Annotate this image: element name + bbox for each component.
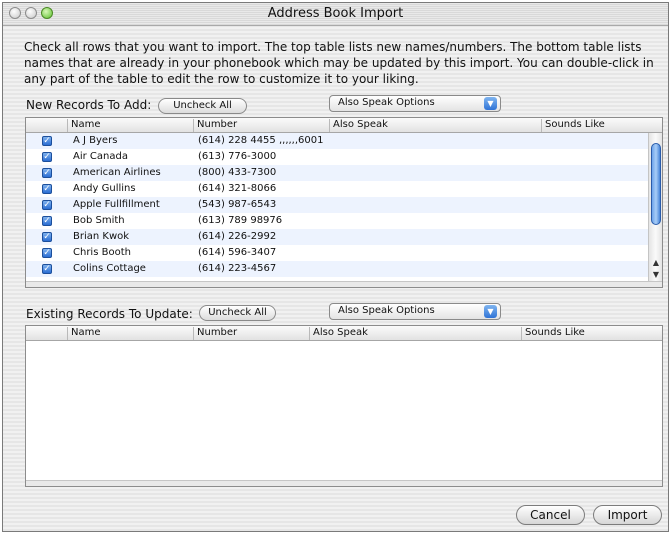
table-row[interactable]: ✓ Air Canada (613) 776-3000 <box>26 149 650 165</box>
checkmark-icon: ✓ <box>43 248 51 258</box>
number-cell[interactable]: (800) 433-7300 <box>198 167 276 178</box>
column-header-name[interactable]: Name <box>67 327 193 340</box>
horizontal-scrollbar[interactable] <box>26 480 662 486</box>
table-header: Name Number Also Speak Sounds Like <box>26 118 662 133</box>
chevron-down-icon: ▼ <box>484 97 497 110</box>
row-checkbox[interactable]: ✓ <box>42 216 52 226</box>
popup-label: Also Speak Options <box>338 97 435 108</box>
table-row[interactable]: ✓ Apple Fullfillment (543) 987-6543 <box>26 197 650 213</box>
table-row[interactable]: ✓ Colins Cottage (614) 223-4567 <box>26 261 650 277</box>
column-header-number[interactable]: Number <box>193 327 309 340</box>
name-cell[interactable]: Air Canada <box>73 151 128 162</box>
horizontal-scrollbar[interactable] <box>26 281 662 287</box>
arrow-up-icon[interactable]: ▲ <box>650 257 662 269</box>
existing-records-label: Existing Records To Update: <box>26 307 193 321</box>
uncheck-all-existing-button[interactable]: Uncheck All <box>199 305 276 321</box>
row-checkbox[interactable]: ✓ <box>42 264 52 274</box>
checkmark-icon: ✓ <box>43 184 51 194</box>
number-cell[interactable]: (613) 776-3000 <box>198 151 276 162</box>
number-cell[interactable]: (614) 321-8066 <box>198 183 276 194</box>
name-cell[interactable]: Bob Smith <box>73 215 125 226</box>
checkmark-icon: ✓ <box>43 232 51 242</box>
vertical-scrollbar[interactable]: ▲ ▼ <box>648 133 662 287</box>
checkmark-icon: ✓ <box>43 200 51 210</box>
number-cell[interactable]: (543) 987-6543 <box>198 199 276 210</box>
column-header-name[interactable]: Name <box>67 119 193 132</box>
window-title: Address Book Import <box>267 6 404 21</box>
number-cell[interactable]: (614) 223-4567 <box>198 263 276 274</box>
number-cell[interactable]: (613) 789 98976 <box>198 215 282 226</box>
new-records-table[interactable]: Name Number Also Speak Sounds Like ✓ A J … <box>25 117 663 288</box>
table-row[interactable]: ✓ Chris Booth (614) 596-3407 <box>26 245 650 261</box>
row-checkbox[interactable]: ✓ <box>42 136 52 146</box>
row-checkbox[interactable]: ✓ <box>42 184 52 194</box>
table-row[interactable]: ✓ Bob Smith (613) 789 98976 <box>26 213 650 229</box>
column-header-also-speak[interactable]: Also Speak <box>309 327 521 340</box>
cancel-button[interactable]: Cancel <box>516 505 585 525</box>
table-row[interactable]: ✓ Brian Kwok (614) 226-2992 <box>26 229 650 245</box>
instructions-text: Check all rows that you want to import. … <box>24 40 654 86</box>
existing-records-table[interactable]: Name Number Also Speak Sounds Like <box>25 325 663 487</box>
checkmark-icon: ✓ <box>43 168 51 178</box>
also-speak-options-existing-popup[interactable]: Also Speak Options ▼ <box>329 303 501 320</box>
name-cell[interactable]: Andy Gullins <box>73 183 136 194</box>
uncheck-all-new-button[interactable]: Uncheck All <box>158 98 247 114</box>
arrow-down-icon[interactable]: ▼ <box>650 269 662 281</box>
column-header-also-speak[interactable]: Also Speak <box>329 119 541 132</box>
column-header-sounds-like[interactable]: Sounds Like <box>541 119 652 132</box>
number-cell[interactable]: (614) 226-2992 <box>198 231 276 242</box>
row-checkbox[interactable]: ✓ <box>42 232 52 242</box>
name-cell[interactable]: Chris Booth <box>73 247 131 258</box>
name-cell[interactable]: Apple Fullfillment <box>73 199 160 210</box>
import-button[interactable]: Import <box>593 505 662 525</box>
also-speak-options-new-popup[interactable]: Also Speak Options ▼ <box>329 95 501 112</box>
new-records-label: New Records To Add: <box>26 98 152 112</box>
table-row[interactable]: ✓ American Airlines (800) 433-7300 <box>26 165 650 181</box>
scroll-thumb[interactable] <box>651 143 661 225</box>
checkmark-icon: ✓ <box>43 264 51 274</box>
chevron-down-icon: ▼ <box>484 305 497 318</box>
row-checkbox[interactable]: ✓ <box>42 200 52 210</box>
number-cell[interactable]: (614) 596-3407 <box>198 247 276 258</box>
row-checkbox[interactable]: ✓ <box>42 248 52 258</box>
table-row[interactable]: ✓ A J Byers (614) 228 4455 ,,,,,,6001 <box>26 133 650 149</box>
name-cell[interactable]: American Airlines <box>73 167 161 178</box>
name-cell[interactable]: A J Byers <box>73 135 117 146</box>
table-row[interactable]: ✓ Andy Gullins (614) 321-8066 <box>26 181 650 197</box>
title-bar: Address Book Import <box>3 3 668 26</box>
name-cell[interactable]: Colins Cottage <box>73 263 146 274</box>
row-checkbox[interactable]: ✓ <box>42 168 52 178</box>
row-checkbox[interactable]: ✓ <box>42 152 52 162</box>
popup-label: Also Speak Options <box>338 305 435 316</box>
table-header: Name Number Also Speak Sounds Like <box>26 326 662 341</box>
name-cell[interactable]: Brian Kwok <box>73 231 129 242</box>
checkmark-icon: ✓ <box>43 136 51 146</box>
import-window: Address Book Import Check all rows that … <box>2 2 669 532</box>
number-cell[interactable]: (614) 228 4455 ,,,,,,6001 <box>198 135 323 146</box>
checkmark-icon: ✓ <box>43 152 51 162</box>
column-header-number[interactable]: Number <box>193 119 329 132</box>
checkmark-icon: ✓ <box>43 216 51 226</box>
column-header-sounds-like[interactable]: Sounds Like <box>521 327 662 340</box>
